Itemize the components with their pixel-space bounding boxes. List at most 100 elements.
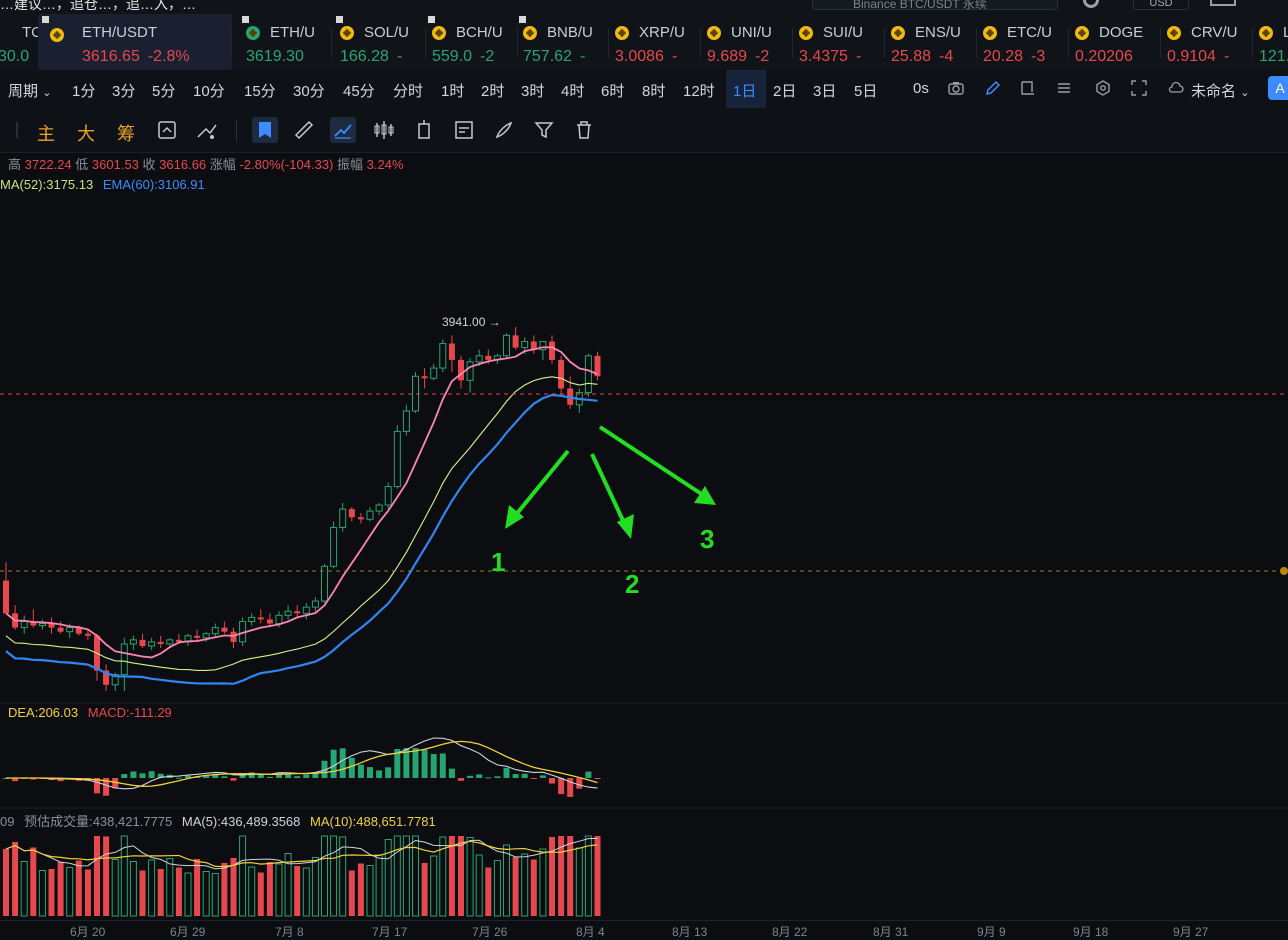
price-chart[interactable] [0, 0, 1288, 920]
candle-body [257, 617, 264, 620]
macd-bar [448, 768, 455, 778]
candle [30, 609, 37, 628]
volume-bar [103, 836, 110, 916]
volume-bar [475, 854, 483, 917]
candle [94, 633, 100, 681]
candle [248, 613, 256, 626]
candle [584, 353, 592, 397]
volume-bar [202, 871, 210, 917]
candle-body [384, 486, 392, 506]
volume-bar [493, 860, 501, 917]
volume-bar [129, 861, 137, 917]
macd-bar [348, 757, 355, 778]
volume-bar [194, 859, 201, 916]
candle [311, 596, 319, 612]
candle-body [38, 623, 46, 627]
volume-bar [157, 869, 164, 916]
macd-bar [512, 774, 519, 778]
candle [266, 613, 273, 626]
macd-bar [494, 776, 501, 778]
candle-body [339, 508, 347, 528]
macd-bar [439, 753, 446, 778]
candle [421, 368, 428, 389]
candle-body [211, 627, 219, 635]
volume-bar [575, 847, 583, 917]
dea-value: DEA:206.03 [8, 705, 79, 720]
candle-body [148, 641, 156, 647]
candle-body [248, 616, 256, 622]
volume-bar [239, 835, 247, 917]
macd-bar [294, 776, 301, 778]
volume-bar [30, 847, 37, 916]
macd-bar [430, 754, 437, 778]
candle-body [266, 619, 273, 624]
candle-body [311, 600, 319, 608]
volume-bar [257, 872, 264, 916]
volume-bar [38, 870, 46, 917]
macd-bar [467, 775, 474, 778]
macd-bar [330, 749, 337, 778]
candle [103, 664, 110, 691]
macd-bar [530, 778, 537, 779]
candle-body [321, 565, 328, 602]
volume-bar [48, 869, 55, 916]
candle [393, 425, 401, 489]
candle [157, 635, 164, 649]
macd-bar [485, 777, 492, 779]
macd-value: MACD:-111.29 [87, 705, 172, 720]
macd-bar [139, 773, 146, 778]
candle-body [466, 361, 474, 381]
candle-body [284, 610, 292, 616]
volume-bar [111, 859, 119, 917]
volume-bar [66, 867, 74, 917]
arrow-2 [590, 453, 634, 539]
macd-histogram [3, 748, 601, 797]
macd-bar [521, 773, 528, 778]
candle [366, 507, 374, 522]
volume-bars [3, 835, 601, 917]
volume-bar [84, 869, 91, 916]
candle [375, 502, 383, 516]
time-axis-label: 9月 9 [977, 925, 1006, 939]
time-axis-label: 8月 4 [576, 925, 605, 939]
macd-bar [376, 770, 383, 778]
candle-body [448, 343, 455, 360]
macd-bar [266, 776, 273, 778]
volume-bar [330, 835, 338, 917]
volume-bar [594, 836, 601, 916]
time-axis-label: 7月 17 [372, 925, 408, 939]
macd-bar [221, 776, 228, 778]
macd-bar [303, 774, 310, 778]
candle-body [393, 430, 401, 488]
volume-bar [266, 862, 273, 916]
volume-ma5: MA(5):436,489.3568 [181, 814, 301, 829]
candle [321, 564, 328, 604]
candle [439, 339, 447, 373]
alert-handle[interactable] [1280, 567, 1288, 575]
macd-bar [549, 778, 555, 784]
candle [384, 482, 392, 510]
macd-bar [458, 778, 464, 781]
candle [466, 357, 474, 393]
candle-body [549, 341, 555, 360]
time-axis-label: 8月 22 [772, 925, 808, 939]
macd-bar [130, 771, 137, 778]
volume-bar [539, 848, 547, 917]
arrow-1 [505, 449, 570, 529]
volume-bar [357, 863, 364, 916]
candle-body [294, 611, 301, 614]
candle [221, 621, 228, 634]
macd-bar [339, 748, 346, 778]
candle-body [402, 410, 410, 432]
candle-body [302, 606, 310, 614]
candle [539, 341, 547, 360]
candle-body [503, 334, 510, 357]
time-axis-label: 8月 13 [672, 925, 708, 939]
time-axis[interactable]: 6月 20 6月 29 7月 8 7月 17 7月 26 8月 4 8月 13 8月 22 8月… [0, 920, 1288, 939]
candle [184, 633, 192, 646]
volume-bar [94, 836, 100, 916]
candle-body [194, 635, 201, 638]
candle [357, 513, 364, 524]
candle [211, 623, 219, 638]
candle [129, 635, 137, 651]
